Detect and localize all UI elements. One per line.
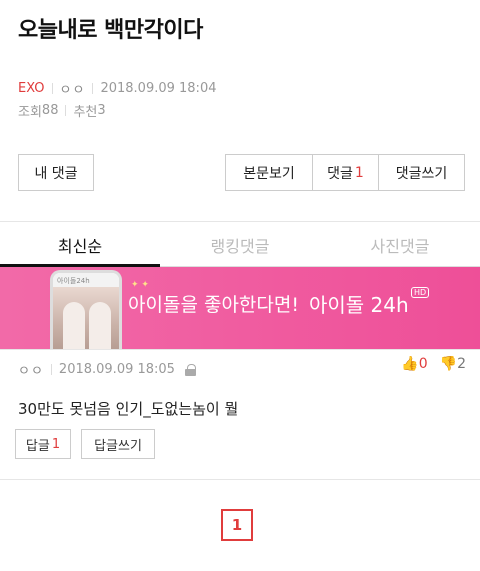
board-name[interactable]: EXO [18, 81, 45, 96]
replies-button[interactable]: 댓글 1 [312, 155, 378, 190]
write-reply-button[interactable]: 댓글쓰기 [378, 155, 464, 190]
upvote-count: 0 [418, 356, 428, 372]
downvote-count: 2 [457, 356, 466, 372]
replies-label: 댓글 [327, 165, 353, 182]
post-title: 오늘내로 백만각이다 [18, 18, 203, 43]
banner-slogan: 아이돌을 좋아한다면! [128, 294, 299, 316]
replies-toggle-button[interactable]: 답글 1 [15, 429, 71, 459]
phone-photo [53, 287, 119, 349]
view-body-button[interactable]: 본문보기 [226, 155, 312, 190]
downvote-button[interactable]: 👎 2 [440, 356, 466, 372]
views-count: 88 [41, 103, 59, 118]
divider [92, 83, 94, 94]
likes-label: 추천 [73, 105, 98, 120]
hd-badge: HD [411, 287, 430, 298]
replies-count: 1 [354, 164, 364, 181]
comment-votes: 👍 0 👎 2 [401, 356, 466, 372]
write-comment-reply-button[interactable]: 답글쓰기 [81, 429, 155, 459]
my-replies-button[interactable]: 내 댓글 [18, 154, 94, 191]
post-meta: EXO ㅇㅇ 2018.09.09 18:04 [18, 79, 216, 98]
post-datetime: 2018.09.09 18:04 [100, 81, 217, 96]
divider [50, 364, 52, 375]
post-stats: 조회 88 추천 3 [18, 101, 106, 120]
banner-brand: 아이돌 24h [308, 293, 409, 317]
divider [51, 83, 53, 94]
thumbs-up-icon: 👍 [401, 356, 419, 372]
reply-count: 1 [51, 436, 61, 452]
divider [65, 105, 67, 116]
tab-ranking[interactable]: 랭킹댓글 [160, 222, 320, 267]
phone-app-bar: 아이돌24h [53, 273, 119, 287]
section-divider [0, 479, 480, 480]
likes-count: 3 [97, 103, 106, 118]
lock-icon [184, 363, 196, 376]
comment-text: 30만도 못넘음 인기_도없는놈이 뭘 [18, 400, 239, 418]
photo-figure [89, 302, 111, 349]
post-author: ㅇㅇ [59, 83, 86, 98]
reply-label: 답글 [25, 438, 50, 454]
page-number-current[interactable]: 1 [221, 509, 253, 541]
comment-tabs: 최신순 랭킹댓글 사진댓글 [0, 222, 480, 267]
photo-figure [63, 302, 85, 349]
banner-text: 아이돌을 좋아한다면! 아이돌 24h [128, 289, 409, 318]
views-label: 조회 [18, 105, 42, 120]
banner-phone-image: 아이돌24h [50, 270, 122, 349]
upvote-button[interactable]: 👍 0 [401, 356, 427, 372]
comment-datetime: 2018.09.09 18:05 [58, 362, 175, 377]
comment-meta: ㅇㅇ 2018.09.09 18:05 [18, 360, 196, 379]
thumbs-down-icon: 👎 [439, 356, 458, 372]
tab-latest[interactable]: 최신순 [0, 222, 160, 267]
post-action-group: 본문보기 댓글 1 댓글쓰기 [225, 154, 465, 191]
comment-author: ㅇㅇ [18, 364, 44, 379]
section-divider [0, 349, 480, 350]
tab-photo[interactable]: 사진댓글 [320, 222, 480, 267]
